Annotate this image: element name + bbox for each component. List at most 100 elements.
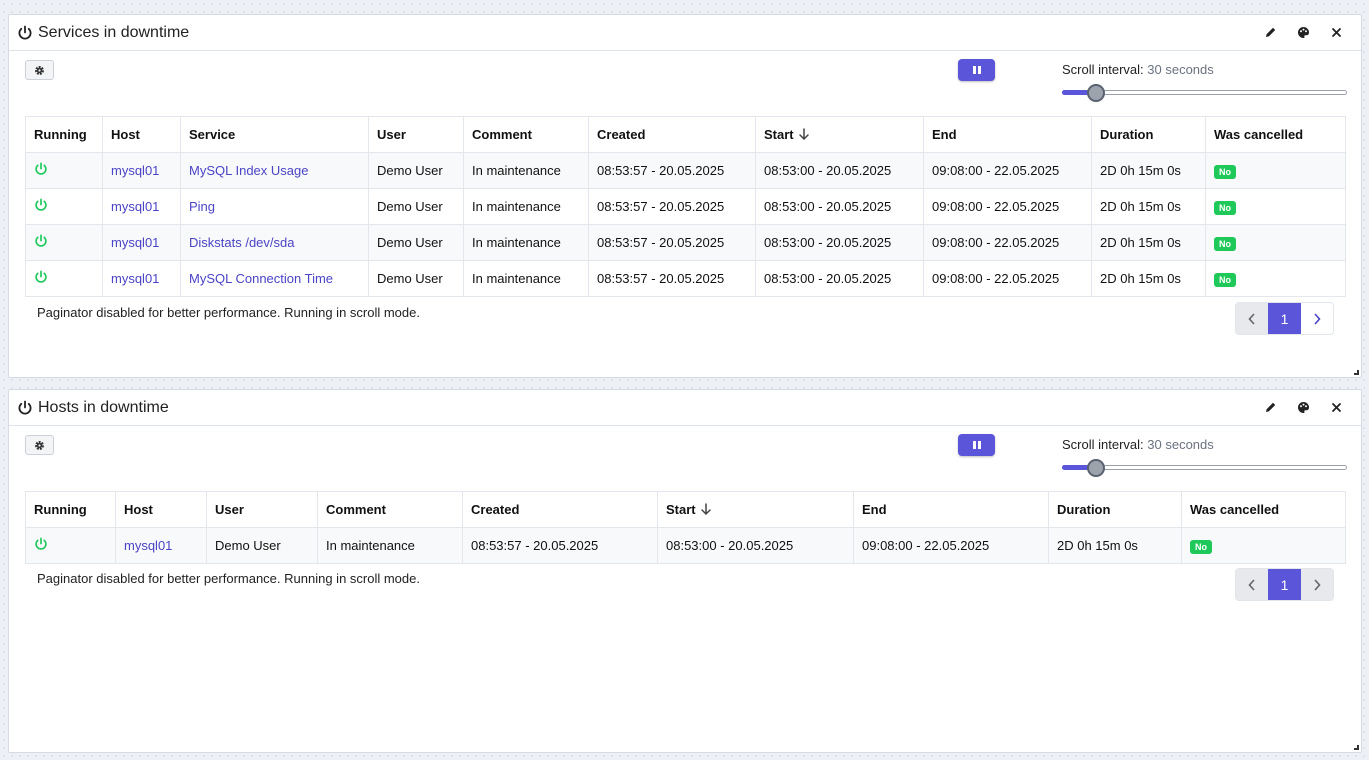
scroll-interval-value: 30 seconds	[1147, 437, 1214, 452]
created-cell: 08:53:57 - 20.05.2025	[588, 260, 756, 297]
col-user[interactable]: User	[206, 491, 318, 528]
power-icon	[35, 537, 47, 550]
col-host[interactable]: Host	[102, 116, 181, 153]
slider-thumb[interactable]	[1087, 84, 1106, 102]
close-button[interactable]	[1320, 21, 1353, 45]
pause-icon	[972, 441, 976, 449]
col-comment[interactable]: Comment	[463, 116, 589, 153]
col-host[interactable]: Host	[115, 491, 207, 528]
comment-cell: In maintenance	[463, 152, 589, 189]
col-running[interactable]: Running	[25, 116, 103, 153]
scroll-interval-label: Scroll interval: 30 seconds	[1062, 437, 1214, 452]
service-cell: MySQL Connection Time	[180, 260, 369, 297]
host-link[interactable]: mysql01	[111, 235, 159, 250]
start-cell: 08:53:00 - 20.05.2025	[657, 527, 854, 564]
table-row[interactable]: mysql01 Diskstats /dev/sda Demo User In mai…	[25, 224, 1346, 261]
cancelled-cell: No	[1205, 224, 1346, 261]
resize-handle[interactable]	[1354, 745, 1359, 750]
widget-title-text: Services in downtime	[38, 23, 190, 41]
user-cell: Demo User	[206, 527, 318, 564]
col-was-cancelled[interactable]: Was cancelled	[1181, 491, 1346, 528]
prev-page-button[interactable]	[1236, 303, 1269, 334]
running-cell	[25, 260, 103, 297]
scroll-interval-slider[interactable]	[1062, 84, 1347, 102]
start-cell: 08:53:00 - 20.05.2025	[755, 260, 924, 297]
host-cell: mysql01	[102, 152, 181, 189]
col-duration[interactable]: Duration	[1048, 491, 1182, 528]
settings-button[interactable]	[25, 60, 54, 80]
cancelled-cell: No	[1205, 188, 1346, 225]
col-was-cancelled[interactable]: Was cancelled	[1205, 116, 1346, 153]
paginator-note: Paginator disabled for better performanc…	[37, 571, 420, 586]
end-cell: 09:08:00 - 22.05.2025	[853, 527, 1049, 564]
arrow-down-icon	[798, 128, 809, 141]
host-cell: mysql01	[115, 527, 207, 564]
running-cell	[25, 188, 103, 225]
edit-button[interactable]	[1254, 396, 1287, 420]
widget-title: Hosts in downtime	[17, 399, 169, 417]
chevron-left-icon	[1248, 578, 1255, 591]
settings-button[interactable]	[25, 435, 54, 455]
col-user[interactable]: User	[368, 116, 464, 153]
widget-title-text: Hosts in downtime	[38, 398, 169, 416]
table-header-row: Running Host Service User Comment Create…	[25, 116, 1346, 153]
duration-cell: 2D 0h 15m 0s	[1048, 527, 1182, 564]
service-link[interactable]: Diskstats /dev/sda	[189, 235, 295, 250]
service-cell: Ping	[180, 188, 369, 225]
cancelled-cell: No	[1205, 260, 1346, 297]
created-cell: 08:53:57 - 20.05.2025	[588, 188, 756, 225]
col-running[interactable]: Running	[25, 491, 116, 528]
table-row[interactable]: mysql01 Ping Demo User In maintenance 08:53:…	[25, 188, 1346, 225]
prev-page-button[interactable]	[1236, 569, 1269, 600]
palette-icon	[1298, 27, 1310, 38]
cancelled-cell: No	[1205, 152, 1346, 189]
col-start[interactable]: Start	[657, 491, 854, 528]
col-created[interactable]: Created	[588, 116, 756, 153]
col-comment[interactable]: Comment	[317, 491, 463, 528]
edit-button[interactable]	[1254, 21, 1287, 45]
service-link[interactable]: MySQL Connection Time	[189, 271, 333, 286]
col-duration[interactable]: Duration	[1091, 116, 1206, 153]
page-button-current[interactable]: 1	[1268, 303, 1301, 334]
close-button[interactable]	[1320, 396, 1353, 420]
duration-cell: 2D 0h 15m 0s	[1091, 188, 1206, 225]
host-cell: mysql01	[102, 224, 181, 261]
pause-scroll-button[interactable]	[958, 59, 995, 81]
page-button-current[interactable]: 1	[1268, 569, 1301, 600]
cancelled-cell: No	[1181, 527, 1346, 564]
scroll-interval-slider[interactable]	[1062, 459, 1347, 477]
col-service[interactable]: Service	[180, 116, 369, 153]
start-cell: 08:53:00 - 20.05.2025	[755, 188, 924, 225]
resize-handle[interactable]	[1354, 370, 1359, 375]
host-link[interactable]: mysql01	[111, 199, 159, 214]
table-row[interactable]: mysql01 MySQL Index Usage Demo User In main…	[25, 152, 1346, 189]
end-cell: 09:08:00 - 22.05.2025	[923, 188, 1092, 225]
col-end[interactable]: End	[853, 491, 1049, 528]
table-row[interactable]: mysql01 Demo User In maintenance 08:53:57 -…	[25, 527, 1346, 564]
theme-button[interactable]	[1287, 21, 1320, 45]
service-link[interactable]: Ping	[189, 199, 215, 214]
next-page-button[interactable]	[1300, 569, 1333, 600]
host-link[interactable]: mysql01	[111, 163, 159, 178]
start-cell: 08:53:00 - 20.05.2025	[755, 152, 924, 189]
pause-scroll-button[interactable]	[958, 434, 995, 456]
chevron-left-icon	[1248, 312, 1255, 325]
duration-cell: 2D 0h 15m 0s	[1091, 224, 1206, 261]
col-end[interactable]: End	[923, 116, 1092, 153]
hosts-downtime-widget: Hosts in downtime Scroll interval: 30 se…	[8, 389, 1362, 753]
host-link[interactable]: mysql01	[124, 538, 172, 553]
paginator-note: Paginator disabled for better performanc…	[37, 305, 420, 320]
table-row[interactable]: mysql01 MySQL Connection Time Demo User In …	[25, 260, 1346, 297]
user-cell: Demo User	[368, 224, 464, 261]
duration-cell: 2D 0h 15m 0s	[1091, 152, 1206, 189]
slider-thumb[interactable]	[1087, 459, 1106, 477]
widget-title: Services in downtime	[17, 24, 189, 42]
host-link[interactable]: mysql01	[111, 271, 159, 286]
next-page-button[interactable]	[1301, 303, 1333, 334]
col-created[interactable]: Created	[462, 491, 658, 528]
comment-cell: In maintenance	[463, 188, 589, 225]
theme-button[interactable]	[1287, 396, 1320, 420]
service-link[interactable]: MySQL Index Usage	[189, 163, 308, 178]
col-start[interactable]: Start	[755, 116, 924, 153]
power-icon	[35, 270, 47, 283]
